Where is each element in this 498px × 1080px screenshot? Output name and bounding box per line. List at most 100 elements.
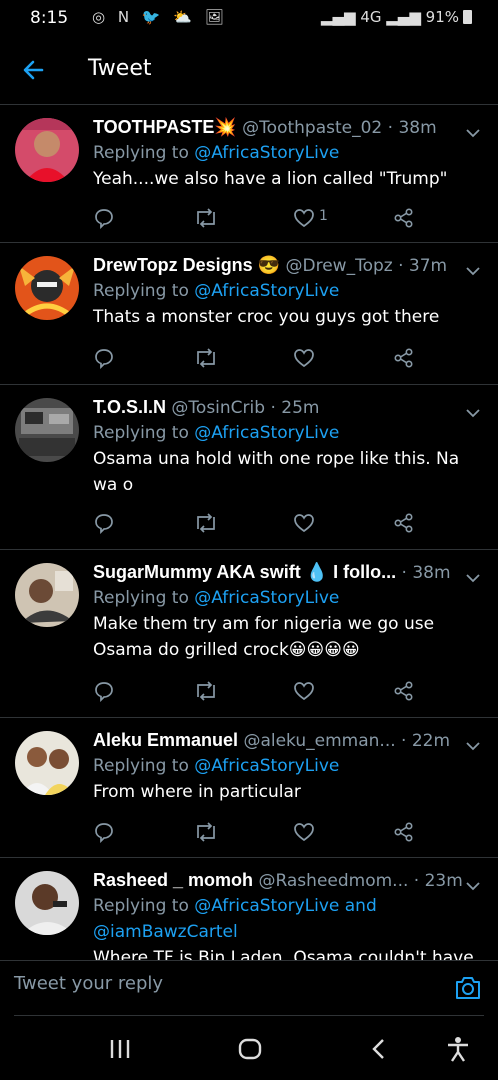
tweet-actions — [93, 680, 438, 702]
battery-label: 91% — [425, 8, 459, 26]
chevron-down-icon[interactable] — [466, 261, 480, 276]
status-right: ▂▄▆ 4G ▂▄▆ 91% — [321, 8, 472, 26]
separator: · — [395, 731, 412, 751]
share-icon[interactable] — [393, 821, 415, 843]
share-icon[interactable] — [393, 512, 415, 534]
back-icon[interactable] — [370, 1038, 388, 1064]
page-title: Tweet — [88, 56, 152, 81]
back-arrow-icon[interactable] — [20, 52, 50, 88]
retweet-icon[interactable] — [193, 347, 219, 369]
author-handle: @TosinCrib — [171, 398, 266, 418]
tweet-text: From where in particular — [93, 782, 301, 802]
replying-label: Replying to — [93, 423, 189, 443]
tweet-item[interactable]: Aleku Emmanuel @aleku_emman... · 22m Rep… — [0, 718, 498, 858]
mention-link[interactable]: @AfricaStoryLive — [194, 423, 339, 443]
tweet-content: TOOTHPASTE💥 @Toothpaste_02 · 38m Replyin… — [93, 115, 478, 192]
tweet-actions — [93, 821, 438, 843]
avatar[interactable] — [15, 563, 79, 627]
tweet-item[interactable]: DrewTopz Designs 😎 @Drew_Topz · 37m Repl… — [0, 243, 498, 385]
heart-icon[interactable] — [293, 512, 315, 534]
author-handle: @aleku_emman... — [243, 731, 396, 751]
heart-icon[interactable] — [293, 680, 315, 702]
recents-icon[interactable] — [108, 1038, 132, 1064]
mention-link[interactable]: @AfricaStoryLive — [194, 756, 339, 776]
avatar[interactable] — [15, 256, 79, 320]
reply-list[interactable]: TOOTHPASTE💥 @Toothpaste_02 · 38m Replyin… — [0, 105, 498, 960]
tweet-header: Rasheed _ momoh @Rasheedmom... · 23m — [93, 868, 478, 893]
author-name[interactable]: Rasheed _ momoh — [93, 870, 253, 890]
home-icon[interactable] — [238, 1038, 262, 1064]
share-icon[interactable] — [393, 207, 415, 229]
heart-icon[interactable] — [293, 821, 315, 843]
chevron-down-icon[interactable] — [466, 123, 480, 138]
avatar[interactable] — [15, 118, 79, 182]
tweet-time: 37m — [408, 256, 448, 276]
reply-icon[interactable] — [93, 821, 115, 843]
retweet-icon[interactable] — [193, 821, 219, 843]
share-icon[interactable] — [393, 680, 415, 702]
retweet-icon[interactable] — [193, 512, 219, 534]
separator: · — [401, 563, 413, 583]
reply-icon[interactable] — [93, 347, 115, 369]
tweet-content: SugarMummy AKA swift 💧 I follo... · 38m … — [93, 560, 478, 663]
reply-icon[interactable] — [93, 207, 115, 229]
app-bar: Tweet — [0, 38, 498, 105]
tweet-header: Aleku Emmanuel @aleku_emman... · 22m — [93, 728, 478, 753]
mention-link[interactable]: @AfricaStoryLive — [194, 281, 339, 301]
notification-icons: ◎ N 🐦 ⛅ 🖼 — [92, 8, 228, 26]
tweet-header: DrewTopz Designs 😎 @Drew_Topz · 37m — [93, 253, 478, 278]
replying-to: Replying to @AfricaStoryLive — [93, 278, 478, 304]
separator: · — [408, 871, 425, 891]
reply-input[interactable]: Tweet your reply — [14, 973, 434, 1001]
author-name[interactable]: DrewTopz Designs 😎 — [93, 255, 280, 275]
tweet-time: 22m — [411, 731, 451, 751]
tweet-content: Aleku Emmanuel @aleku_emman... · 22m Rep… — [93, 728, 478, 805]
reply-icon[interactable] — [93, 512, 115, 534]
mention-link[interactable]: @AfricaStoryLive — [194, 143, 339, 163]
reply-icon[interactable] — [93, 680, 115, 702]
separator: · — [265, 398, 282, 418]
tweet-time: 38m — [412, 563, 451, 583]
avatar[interactable] — [15, 731, 79, 795]
chevron-down-icon[interactable] — [466, 403, 480, 418]
retweet-icon[interactable] — [193, 680, 219, 702]
retweet-icon[interactable] — [193, 207, 219, 229]
chevron-down-icon[interactable] — [466, 876, 480, 891]
tweet-item[interactable]: Rasheed _ momoh @Rasheedmom... · 23m Rep… — [0, 858, 498, 960]
avatar[interactable] — [15, 871, 79, 935]
heart-icon[interactable]: 1 — [293, 207, 328, 229]
tweet-time: 23m — [424, 871, 463, 891]
chevron-down-icon[interactable] — [466, 736, 480, 751]
signal-icon-2: ▂▄▆ — [386, 8, 421, 26]
heart-icon[interactable] — [293, 347, 315, 369]
tweet-item[interactable]: T.O.S.I.N @TosinCrib · 25m Replying to @… — [0, 385, 498, 550]
tweet-actions — [93, 512, 438, 534]
tweet-item[interactable]: TOOTHPASTE💥 @Toothpaste_02 · 38m Replyin… — [0, 105, 498, 243]
tweet-actions — [93, 347, 438, 369]
share-icon[interactable] — [393, 347, 415, 369]
chevron-down-icon[interactable] — [466, 568, 480, 583]
avatar[interactable] — [15, 398, 79, 462]
replying-to: Replying to @AfricaStoryLive — [93, 140, 478, 166]
accessibility-icon[interactable] — [446, 1036, 470, 1066]
signal-icon: ▂▄▆ — [320, 8, 356, 26]
replying-label: Replying to — [93, 281, 189, 301]
tweet-content: Rasheed _ momoh @Rasheedmom... · 23m Rep… — [93, 868, 478, 960]
author-name[interactable]: TOOTHPASTE💥 — [93, 117, 237, 137]
like-count: 1 — [319, 208, 328, 224]
tweet-item[interactable]: SugarMummy AKA swift 💧 I follo... · 38m … — [0, 550, 498, 718]
reply-composer: Tweet your reply — [0, 960, 498, 1017]
battery-icon — [463, 10, 472, 24]
replying-to: Replying to @AfricaStoryLive — [93, 753, 478, 779]
author-handle: @Rasheedmom... — [258, 871, 409, 891]
author-name[interactable]: Aleku Emmanuel — [93, 730, 238, 750]
author-name[interactable]: SugarMummy AKA swift 💧 I follo... — [93, 562, 396, 582]
status-bar: 8:15 ◎ N 🐦 ⛅ 🖼 ▂▄▆ 4G ▂▄▆ 91% — [0, 0, 498, 38]
camera-icon[interactable] — [454, 975, 482, 1005]
replying-label: Replying to — [93, 896, 189, 916]
mention-link[interactable]: @AfricaStoryLive — [194, 588, 339, 608]
author-name[interactable]: T.O.S.I.N — [93, 397, 166, 417]
tweet-text: Yeah....we also have a lion called "Trum… — [93, 169, 448, 189]
replying-to: Replying to @AfricaStoryLive and @iamBaw… — [93, 893, 478, 945]
separator: · — [392, 256, 409, 276]
